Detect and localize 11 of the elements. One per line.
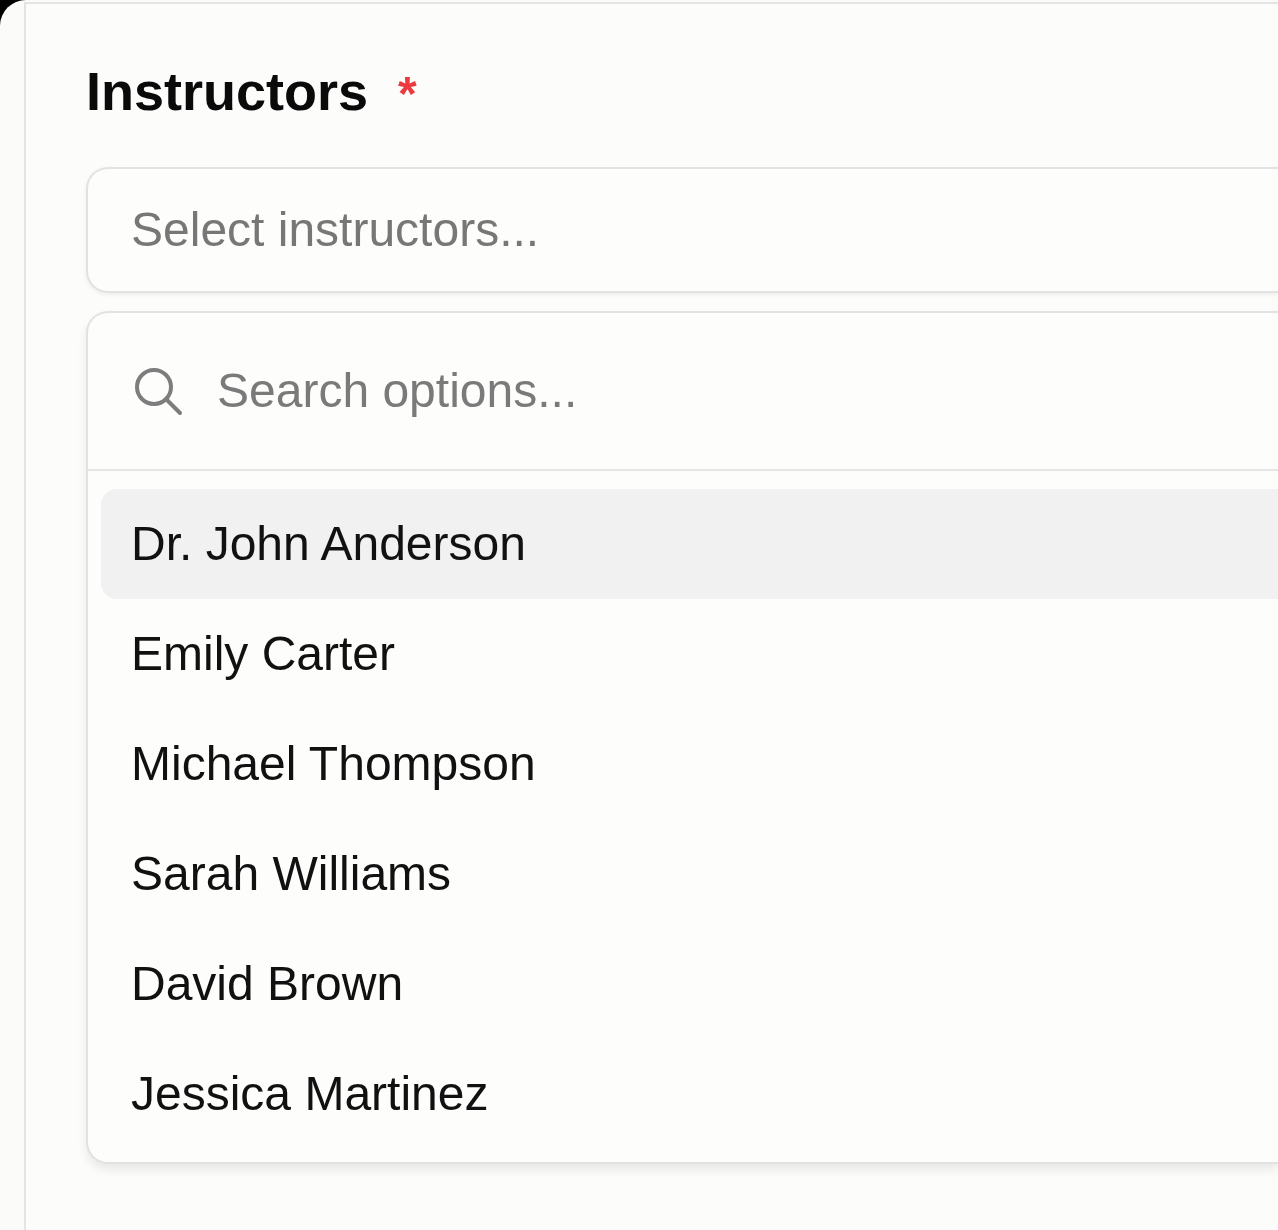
option-item[interactable]: Jessica Martinez — [101, 1038, 1278, 1149]
required-asterisk: * — [398, 70, 417, 118]
option-item[interactable]: Dr. John Anderson — [101, 488, 1278, 599]
search-icon — [133, 365, 183, 416]
option-item[interactable]: Michael Thompson — [101, 708, 1278, 819]
option-item[interactable]: David Brown — [101, 928, 1278, 1039]
instructor-select-field[interactable]: Select instructors... — [86, 166, 1278, 293]
field-label: Instructors — [86, 60, 369, 123]
option-item[interactable]: Emily Carter — [101, 598, 1278, 709]
option-item[interactable]: Sarah Williams — [101, 818, 1278, 929]
search-field[interactable]: Search options... — [217, 360, 1278, 421]
